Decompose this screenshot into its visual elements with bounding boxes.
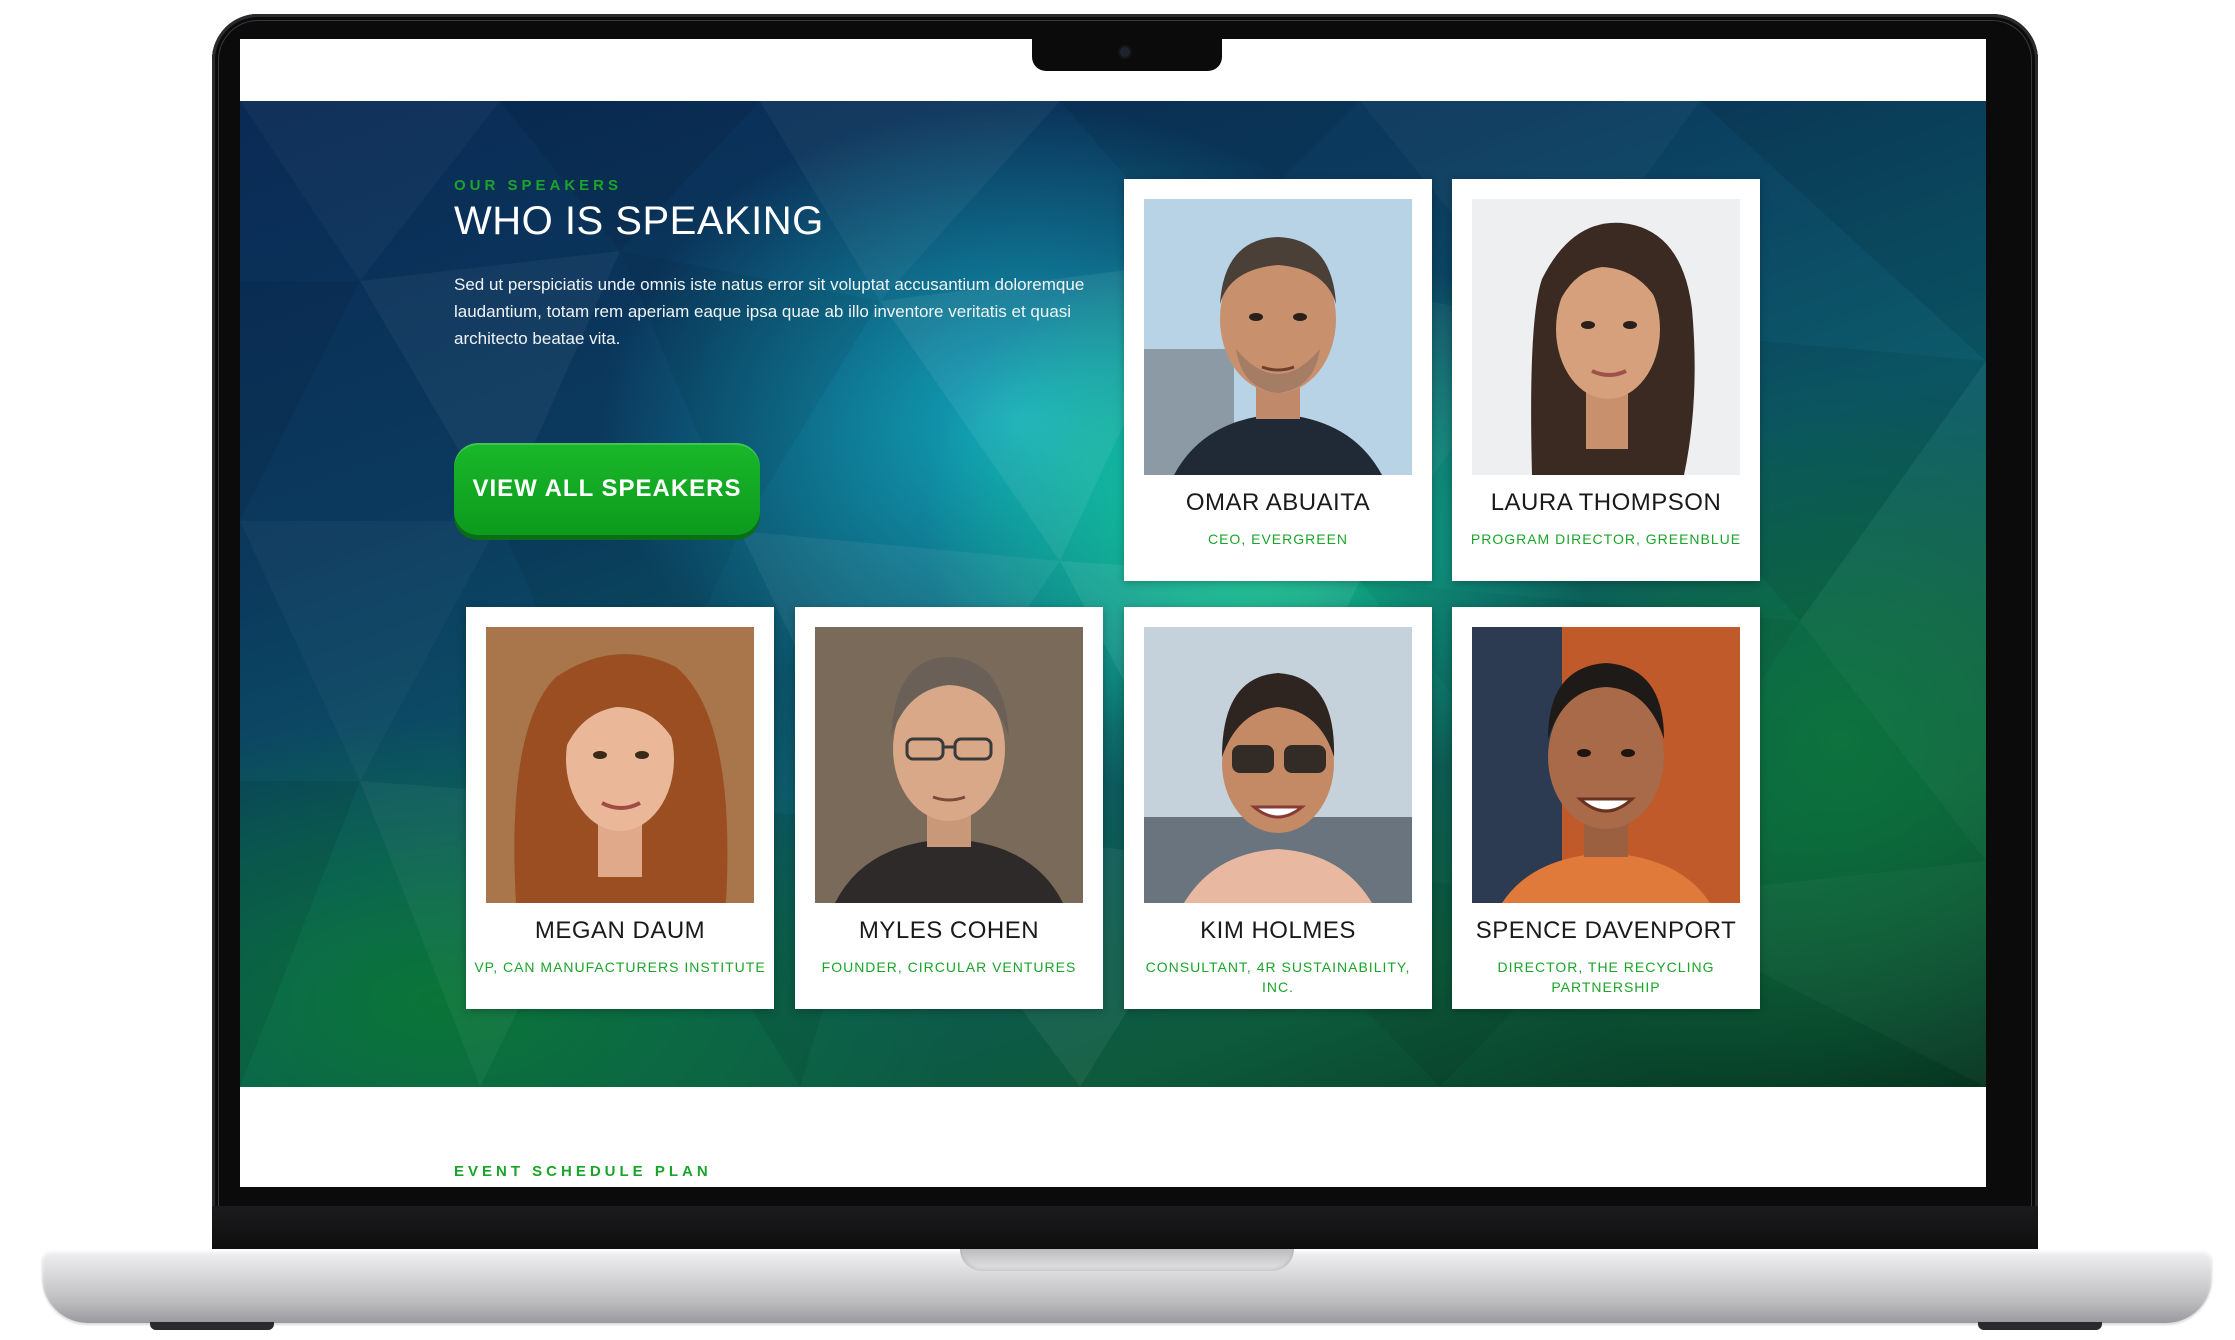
speaker-name: OMAR ABUAITA [1185,489,1371,516]
section-eyebrow: OUR SPEAKERS [454,177,623,194]
laptop-base [42,1249,2212,1323]
speaker-name: SPENCE DAVENPORT [1475,917,1737,944]
speaker-card[interactable]: MEGAN DAUM VP, CAN MANUFACTURERS INSTITU… [466,607,774,1009]
camera-icon [1120,47,1130,57]
speaker-role: PROGRAM DIRECTOR, GREENBLUE [1470,531,1742,547]
speaker-name: MEGAN DAUM [534,917,706,944]
speaker-role: FOUNDER, CIRCULAR VENTURES [821,959,1077,975]
speaker-name: MYLES COHEN [858,917,1040,944]
speaker-photo [1472,627,1740,903]
speaker-photo [1144,627,1412,903]
speaker-photo [486,627,754,903]
laptop-opening-notch [960,1249,1294,1271]
camera-notch [1032,38,1222,71]
speaker-card[interactable]: MYLES COHEN FOUNDER, CIRCULAR VENTURES [795,607,1103,1009]
speakers-section: OUR SPEAKERS WHO IS SPEAKING Sed ut pers… [240,101,1986,1087]
section-description: Sed ut perspiciatis unde omnis iste natu… [454,275,1085,348]
speaker-role: CONSULTANT, 4R SUSTAINABILITY, INC. [1145,959,1411,995]
section-title: WHO IS SPEAKING [454,199,824,243]
laptop-bezel-chin [212,1206,2038,1250]
schedule-section-eyebrow: EVENT SCHEDULE PLAN [454,1163,712,1180]
speaker-card[interactable]: LAURA THOMPSON PROGRAM DIRECTOR, GREENBL… [1452,179,1760,581]
speaker-card[interactable]: SPENCE DAVENPORT DIRECTOR, THE RECYCLING… [1452,607,1760,1009]
speaker-photo [1472,199,1740,475]
speaker-role: CEO, EVERGREEN [1207,531,1349,547]
speaker-name: LAURA THOMPSON [1490,489,1722,516]
speaker-card[interactable]: OMAR ABUAITA CEO, EVERGREEN [1124,179,1432,581]
view-all-speakers-button[interactable]: VIEW ALL SPEAKERS [454,443,760,535]
laptop-screen: OUR SPEAKERS WHO IS SPEAKING Sed ut pers… [240,39,1986,1187]
speaker-card[interactable]: KIM HOLMES CONSULTANT, 4R SUSTAINABILITY… [1124,607,1432,1009]
speaker-role: DIRECTOR, THE RECYCLING PARTNERSHIP [1497,959,1715,995]
laptop-foot-left [150,1322,274,1330]
speaker-role: VP, CAN MANUFACTURERS INSTITUTE [474,959,766,975]
speaker-photo [1144,199,1412,475]
speaker-name: KIM HOLMES [1200,917,1356,944]
laptop-foot-right [1978,1322,2102,1330]
speaker-photo [815,627,1083,903]
